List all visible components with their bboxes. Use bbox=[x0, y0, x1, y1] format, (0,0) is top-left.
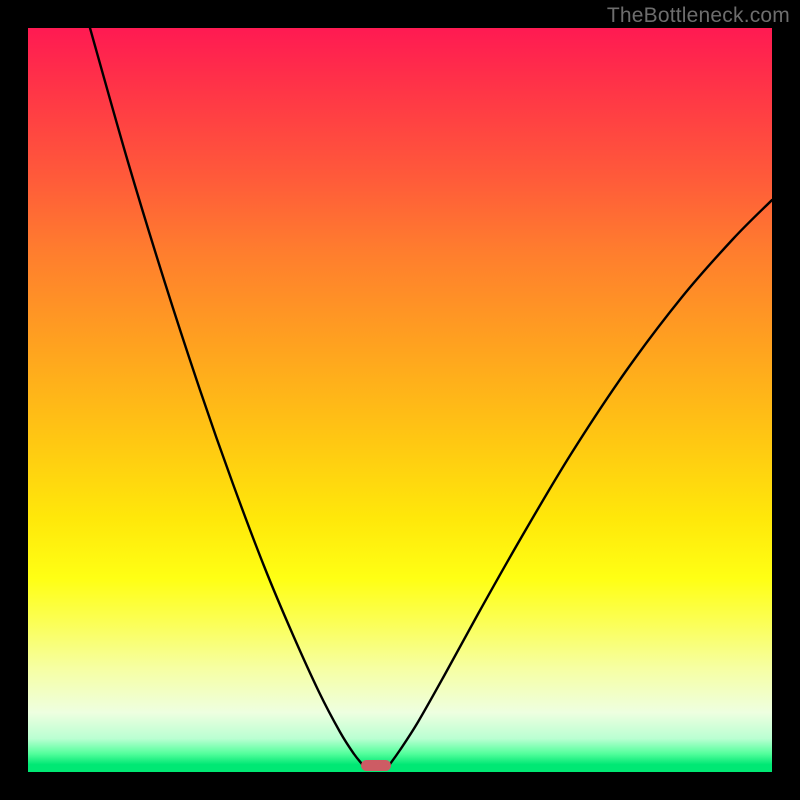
bottleneck-marker bbox=[361, 760, 391, 771]
chart-frame: TheBottleneck.com bbox=[0, 0, 800, 800]
right-curve bbox=[390, 200, 772, 764]
left-curve bbox=[90, 28, 362, 764]
watermark-text: TheBottleneck.com bbox=[607, 4, 790, 28]
curves-layer bbox=[28, 28, 772, 772]
plot-area bbox=[28, 28, 772, 772]
